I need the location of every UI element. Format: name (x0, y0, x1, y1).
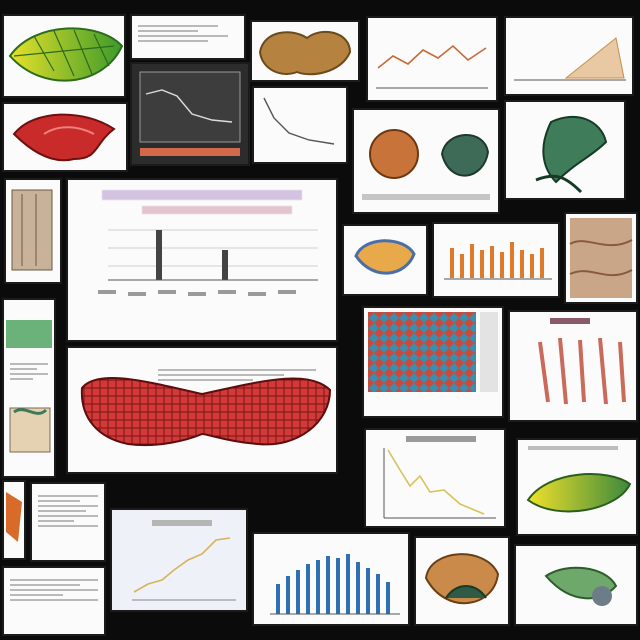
tissue-icon (569, 218, 633, 298)
featured-bar-chart-tile (66, 178, 338, 342)
anatomy-pair-tile (352, 108, 500, 214)
chart-icon (270, 554, 400, 615)
tissue-icon (362, 129, 490, 200)
tissue-icon (354, 239, 416, 275)
tissue-section-tile (564, 212, 638, 304)
tissue-icon (424, 553, 500, 604)
leaf-icon (526, 446, 632, 513)
yellow-leaf-tile (516, 438, 638, 536)
yellow-line-chart-tile (364, 428, 506, 528)
table-document-tile (130, 14, 246, 60)
specimen-image-tile (250, 20, 360, 82)
growth-chart-tile (110, 508, 248, 612)
tissue-icon (538, 318, 626, 405)
leaf-icon (535, 115, 608, 194)
tissue-icon (6, 492, 22, 542)
orange-bar-chart-tile (432, 222, 560, 298)
chart-icon (263, 97, 335, 145)
bar-document-tile (504, 16, 634, 96)
leaf-image-tile (2, 14, 126, 98)
green-bar-tile (2, 298, 56, 478)
tissue-icon (12, 113, 116, 162)
chart-icon (98, 229, 318, 296)
mosaic-pattern-tile (362, 306, 504, 418)
tissue-icon (368, 312, 498, 392)
line-chart-tile (366, 16, 498, 102)
green-organ-tile (504, 100, 626, 200)
chart-icon (132, 520, 236, 601)
muscle-fiber-tile (508, 310, 638, 422)
green-block (6, 320, 52, 348)
blue-bar-chart-tile (252, 532, 410, 626)
tissue-icon (258, 30, 352, 76)
chart-icon (514, 37, 626, 81)
leaf-icon (8, 27, 124, 82)
bottom-document-tile (2, 566, 106, 636)
collage-canvas (0, 0, 640, 640)
chart-icon (139, 71, 241, 156)
sample-photo-tile (4, 178, 62, 284)
leaf-icon (544, 566, 618, 606)
anatomy-diagram-tile (414, 536, 510, 626)
chart-icon (383, 436, 496, 519)
red-tissue-tile (2, 102, 128, 172)
tissue-icon (80, 377, 332, 447)
curve-chart-tile (252, 86, 348, 164)
colored-organ-tile (342, 224, 428, 296)
list-document-tile (30, 482, 106, 562)
tissue-icon (9, 407, 51, 453)
chart-icon (444, 242, 552, 280)
red-tissue-banner-tile (66, 346, 338, 474)
small-specimen-tile (2, 480, 26, 560)
dark-monitor-tile (130, 62, 250, 166)
chart-icon (376, 44, 488, 89)
green-model-tile (514, 544, 638, 626)
tissue-icon (11, 189, 53, 271)
